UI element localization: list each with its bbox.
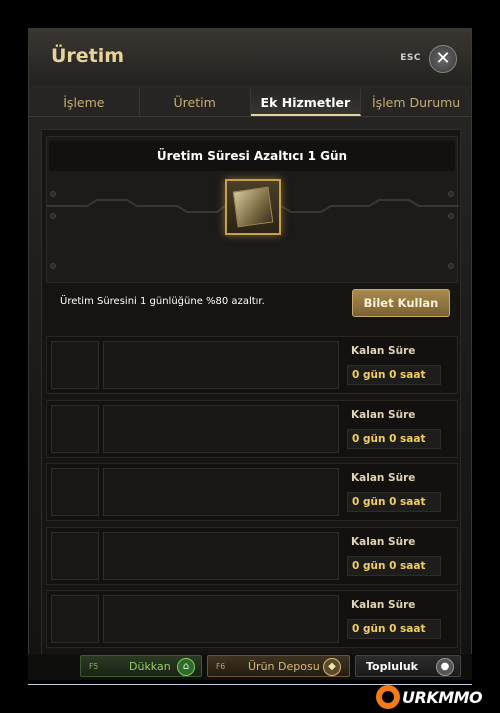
close-button[interactable]: ✕ xyxy=(429,45,457,73)
remaining-time-value: 0 gün 0 saat xyxy=(347,365,441,385)
slot-name-cell xyxy=(103,404,339,453)
community-label: Topluluk xyxy=(366,660,418,673)
production-slot: Kalan Süre 0 gün 0 saat xyxy=(46,336,458,394)
remaining-time-label: Kalan Süre xyxy=(351,599,416,611)
logo-mark-icon xyxy=(376,685,400,709)
remaining-time-label: Kalan Süre xyxy=(351,345,416,357)
use-ticket-button[interactable]: Bilet Kullan xyxy=(352,289,450,317)
titlebar: Üretim ESC ✕ xyxy=(29,29,471,85)
depot-hotkey: F6 xyxy=(216,662,226,671)
slot-name-cell xyxy=(103,341,339,389)
production-slot: Kalan Süre 0 gün 0 saat xyxy=(46,590,458,648)
tab-bar: İşleme Üretim Ek Hizmetler İşlem Durumu xyxy=(29,89,471,117)
remaining-time-value: 0 gün 0 saat xyxy=(347,555,441,576)
shop-icon: ⌂ xyxy=(177,658,195,676)
remaining-time-label: Kalan Süre xyxy=(351,535,416,548)
shop-button[interactable]: F5 Dükkan ⌂ xyxy=(80,655,202,677)
service-description: Üretim Süresini 1 günlüğüne %80 azaltır. xyxy=(60,296,265,307)
remaining-time-label: Kalan Süre xyxy=(351,472,416,484)
remaining-time-value: 0 gün 0 saat xyxy=(347,619,441,639)
people-icon: ● xyxy=(436,658,454,676)
slot-name-cell xyxy=(103,531,339,580)
ticket-scroll-icon[interactable] xyxy=(225,179,281,235)
gem-icon: ◆ xyxy=(323,658,341,676)
slot-name-cell xyxy=(103,468,339,516)
page: Üretim ESC ✕ İşleme Üretim Ek Hizmetler … xyxy=(0,0,500,713)
esc-label: ESC xyxy=(400,53,421,63)
panel-dot xyxy=(50,263,56,269)
remaining-time-label: Kalan Süre xyxy=(351,408,416,421)
panel-dot xyxy=(50,191,56,197)
panel-dot xyxy=(448,191,454,197)
slot-item-cell[interactable] xyxy=(51,404,99,453)
watermark-logo: URKMMO xyxy=(376,684,483,710)
remaining-time-value: 0 gün 0 saat xyxy=(347,428,441,449)
content-area: Üretim Süresi Azaltıcı 1 Gün Üretim Süre… xyxy=(41,129,461,655)
watermark-text: URKMMO xyxy=(402,687,483,707)
tab-islem-durumu[interactable]: İşlem Durumu xyxy=(361,89,471,116)
slot-item-cell[interactable] xyxy=(51,531,99,580)
tab-ek-hizmetler[interactable]: Ek Hizmetler xyxy=(250,89,362,116)
slot-item-cell[interactable] xyxy=(51,341,99,389)
community-button[interactable]: Topluluk ● xyxy=(355,655,461,677)
depot-label: Ürün Deposu xyxy=(248,660,320,673)
production-window: Üretim ESC ✕ İşleme Üretim Ek Hizmetler … xyxy=(28,28,472,660)
production-slot: Kalan Süre 0 gün 0 saat xyxy=(46,399,458,458)
remaining-time-value: 0 gün 0 saat xyxy=(347,492,441,512)
tab-uretim[interactable]: Üretim xyxy=(140,89,251,116)
production-slot: Kalan Süre 0 gün 0 saat xyxy=(46,463,458,521)
shop-label: Dükkan xyxy=(129,660,171,673)
window-title: Üretim xyxy=(51,45,125,67)
description-row: Üretim Süresini 1 günlüğüne %80 azaltır.… xyxy=(46,282,458,322)
slot-name-cell xyxy=(103,595,339,643)
panel-dot xyxy=(448,213,454,219)
production-slot: Kalan Süre 0 gün 0 saat xyxy=(46,526,458,585)
product-depot-button[interactable]: F6 Ürün Deposu ◆ xyxy=(207,655,350,677)
tab-isleme[interactable]: İşleme xyxy=(29,89,140,116)
production-slots: Kalan Süre 0 gün 0 saat Kalan Süre 0 gün… xyxy=(46,336,458,654)
shop-hotkey: F5 xyxy=(89,662,99,671)
panel-dot xyxy=(448,263,454,269)
panel-dot xyxy=(50,213,56,219)
service-title: Üretim Süresi Azaltıcı 1 Gün xyxy=(49,141,455,171)
slot-item-cell[interactable] xyxy=(51,468,99,516)
ticket-scroll-icon-art xyxy=(232,186,274,228)
slot-item-cell[interactable] xyxy=(51,595,99,643)
